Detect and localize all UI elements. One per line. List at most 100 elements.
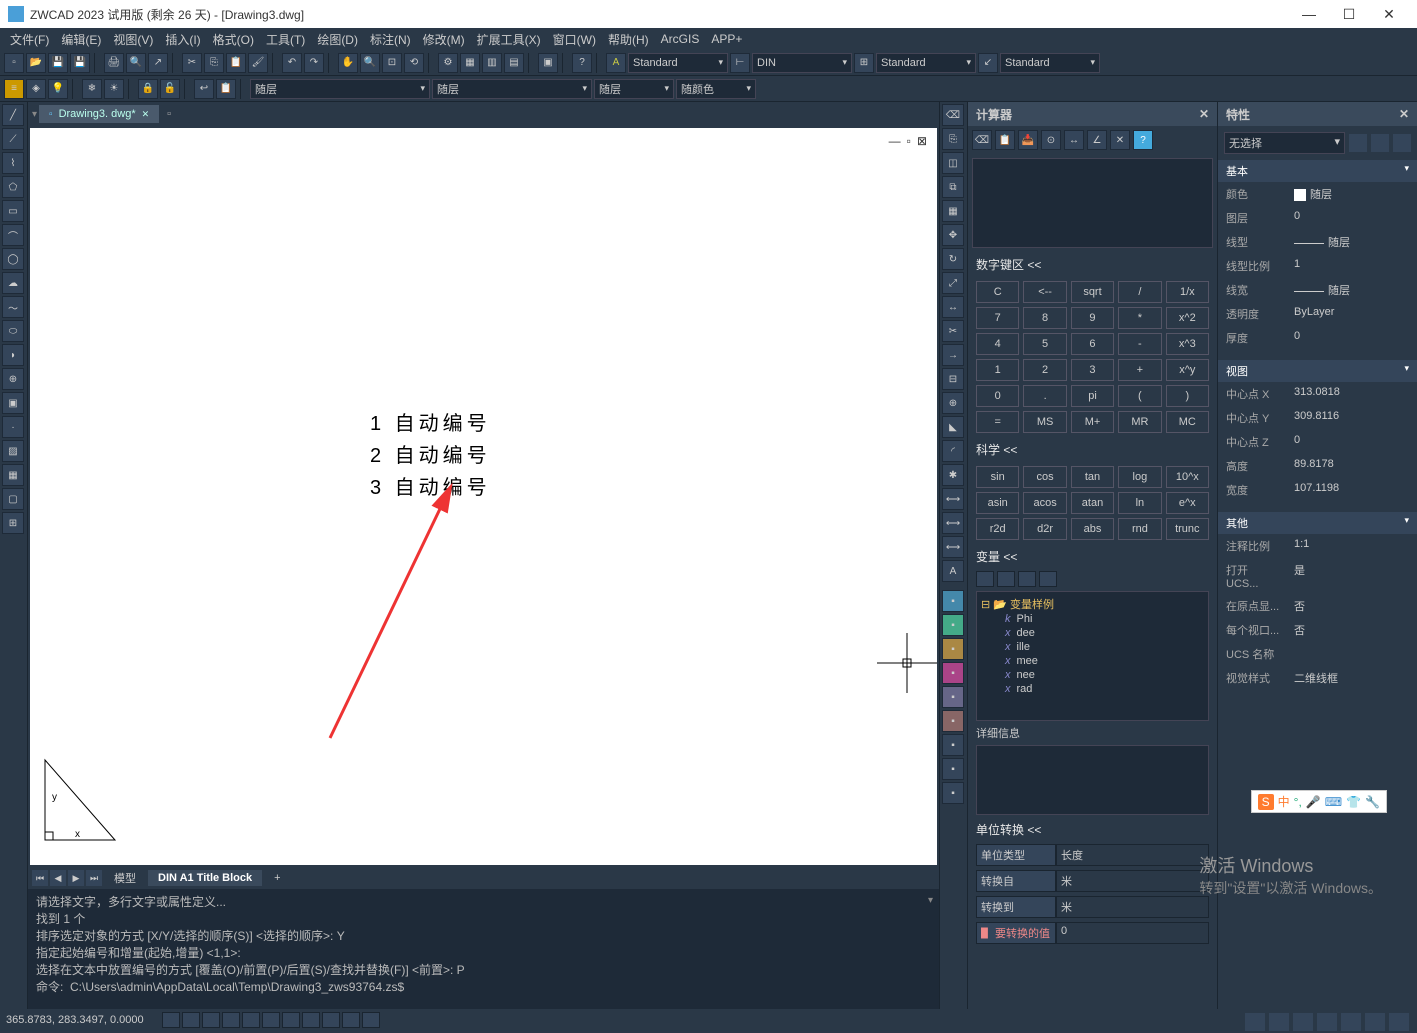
- ducs-toggle-icon[interactable]: [282, 1012, 300, 1028]
- menu-item[interactable]: 扩展工具(X): [471, 29, 547, 50]
- property-value[interactable]: 随层: [1290, 280, 1417, 300]
- print-icon[interactable]: 🖨: [104, 53, 124, 73]
- canvas-restore-icon[interactable]: ▫: [907, 134, 911, 148]
- text-icon[interactable]: A: [942, 560, 964, 582]
- selectobj-icon[interactable]: [1393, 134, 1411, 152]
- dim2-icon[interactable]: ⟷: [942, 512, 964, 534]
- chamfer-icon[interactable]: ◣: [942, 416, 964, 438]
- variable-item[interactable]: xrad: [981, 682, 1204, 696]
- menu-item[interactable]: 文件(F): [4, 29, 55, 50]
- canvas-minimize-icon[interactable]: —: [889, 134, 901, 148]
- new-icon[interactable]: ▫: [4, 53, 24, 73]
- property-value[interactable]: 二维线框: [1290, 668, 1417, 688]
- zoom-icon[interactable]: 🔍: [360, 53, 380, 73]
- sw5-icon[interactable]: [1341, 1013, 1361, 1031]
- property-value[interactable]: 107.1198: [1290, 480, 1417, 500]
- property-section-head[interactable]: 基本: [1218, 160, 1417, 182]
- property-value[interactable]: 313.0818: [1290, 384, 1417, 404]
- palette3-icon[interactable]: ▪: [942, 638, 964, 660]
- tool-icon[interactable]: ▥: [482, 53, 502, 73]
- property-value[interactable]: 0: [1290, 432, 1417, 452]
- arc-icon[interactable]: ⌒: [2, 224, 24, 246]
- calc-button-10^x[interactable]: 10^x: [1166, 466, 1209, 488]
- calc-button-9[interactable]: 9: [1071, 307, 1114, 329]
- saveas-icon[interactable]: 💾: [70, 53, 90, 73]
- calc-button-5[interactable]: 5: [1023, 333, 1066, 355]
- property-section-head[interactable]: 其他: [1218, 512, 1417, 534]
- break-icon[interactable]: ⊟: [942, 368, 964, 390]
- property-row[interactable]: 中心点 Z 0: [1218, 430, 1417, 454]
- layerunlock-icon[interactable]: 🔓: [160, 79, 180, 99]
- calc-button-log[interactable]: log: [1118, 466, 1161, 488]
- mleaderstyle-dropdown[interactable]: Standard: [1000, 53, 1100, 73]
- layermgr-icon[interactable]: ≡: [4, 79, 24, 99]
- property-value[interactable]: 89.8178: [1290, 456, 1417, 476]
- snap-toggle-icon[interactable]: [162, 1012, 180, 1028]
- design-icon[interactable]: ▦: [460, 53, 480, 73]
- menu-item[interactable]: 插入(I): [159, 29, 206, 50]
- layerfreeze-icon[interactable]: ❄: [82, 79, 102, 99]
- paste-icon[interactable]: 📋: [226, 53, 246, 73]
- new-tab-button[interactable]: ▫: [161, 106, 177, 122]
- gradient-icon[interactable]: ▦: [2, 464, 24, 486]
- property-row[interactable]: 每个视口... 否: [1218, 618, 1417, 642]
- calc-button-6[interactable]: 6: [1071, 333, 1114, 355]
- calc-button-pi[interactable]: pi: [1071, 385, 1114, 407]
- redo-icon[interactable]: ↷: [304, 53, 324, 73]
- calc-button-atan[interactable]: atan: [1071, 492, 1114, 514]
- calc-button-C[interactable]: C: [976, 281, 1019, 303]
- unit-section-head[interactable]: 单位转换: [968, 817, 1217, 842]
- menu-item[interactable]: 视图(V): [107, 29, 159, 50]
- property-row[interactable]: 图层 0: [1218, 206, 1417, 230]
- calc-button-ln[interactable]: ln: [1118, 492, 1161, 514]
- calc-button-7[interactable]: 7: [976, 307, 1019, 329]
- property-row[interactable]: 线型 随层: [1218, 230, 1417, 254]
- calc-button-3[interactable]: 3: [1071, 359, 1114, 381]
- ellipse-icon[interactable]: ⬭: [2, 320, 24, 342]
- property-value[interactable]: 0: [1290, 208, 1417, 228]
- cycle-toggle-icon[interactable]: [362, 1012, 380, 1028]
- property-row[interactable]: UCS 名称: [1218, 642, 1417, 666]
- calc-button-x^2[interactable]: x^2: [1166, 307, 1209, 329]
- calc-button-MR[interactable]: MR: [1118, 411, 1161, 433]
- calc-button-r2d[interactable]: r2d: [976, 518, 1019, 540]
- lwt-toggle-icon[interactable]: [322, 1012, 340, 1028]
- property-value[interactable]: 309.8116: [1290, 408, 1417, 428]
- selection-dropdown[interactable]: 无选择: [1224, 132, 1345, 154]
- document-tab-active[interactable]: ▫ Drawing3. dwg* ✕: [39, 105, 159, 123]
- calc-hist-icon[interactable]: 📋: [995, 130, 1015, 150]
- calc-button-8[interactable]: 8: [1023, 307, 1066, 329]
- stretch-icon[interactable]: ↔: [942, 296, 964, 318]
- layer-dropdown[interactable]: 随层: [250, 79, 430, 99]
- calc-paste-icon[interactable]: 📥: [1018, 130, 1038, 150]
- xline-icon[interactable]: ⟋: [2, 128, 24, 150]
- rect-icon[interactable]: ▭: [2, 200, 24, 222]
- erase-icon[interactable]: ⌫: [942, 104, 964, 126]
- copy-icon[interactable]: ⎘: [204, 53, 224, 73]
- layerstate-icon[interactable]: 📋: [216, 79, 236, 99]
- dim3-icon[interactable]: ⟷: [942, 536, 964, 558]
- property-row[interactable]: 厚度 0: [1218, 326, 1417, 350]
- rotate-icon[interactable]: ↻: [942, 248, 964, 270]
- calc-button-tan[interactable]: tan: [1071, 466, 1114, 488]
- property-row[interactable]: 中心点 Y 309.8116: [1218, 406, 1417, 430]
- lineweight-dropdown[interactable]: 随层: [594, 79, 674, 99]
- command-window[interactable]: ▾ 请选择文字，多行文字或属性定义...找到 1 个排序选定对象的方式 [X/Y…: [28, 889, 939, 1009]
- sw3-icon[interactable]: [1293, 1013, 1313, 1031]
- fillet-icon[interactable]: ◜: [942, 440, 964, 462]
- property-value[interactable]: 随层: [1290, 184, 1417, 204]
- calc-button-asin[interactable]: asin: [976, 492, 1019, 514]
- var-section-head[interactable]: 变量: [968, 544, 1217, 569]
- var-btn3-icon[interactable]: [1018, 571, 1036, 587]
- offset-icon[interactable]: ⧉: [942, 176, 964, 198]
- unit-value[interactable]: 米: [1056, 870, 1209, 892]
- layout-first-icon[interactable]: ⏮: [32, 870, 48, 886]
- property-row[interactable]: 宽度 107.1198: [1218, 478, 1417, 502]
- open-icon[interactable]: 📂: [26, 53, 46, 73]
- palette6-icon[interactable]: ▪: [942, 710, 964, 732]
- calculator-close-icon[interactable]: ✕: [1199, 107, 1209, 121]
- property-row[interactable]: 打开 UCS... 是: [1218, 558, 1417, 594]
- textstyle-dropdown[interactable]: Standard: [628, 53, 728, 73]
- dimstyle-dropdown[interactable]: DIN: [752, 53, 852, 73]
- tool2-icon[interactable]: ▤: [504, 53, 524, 73]
